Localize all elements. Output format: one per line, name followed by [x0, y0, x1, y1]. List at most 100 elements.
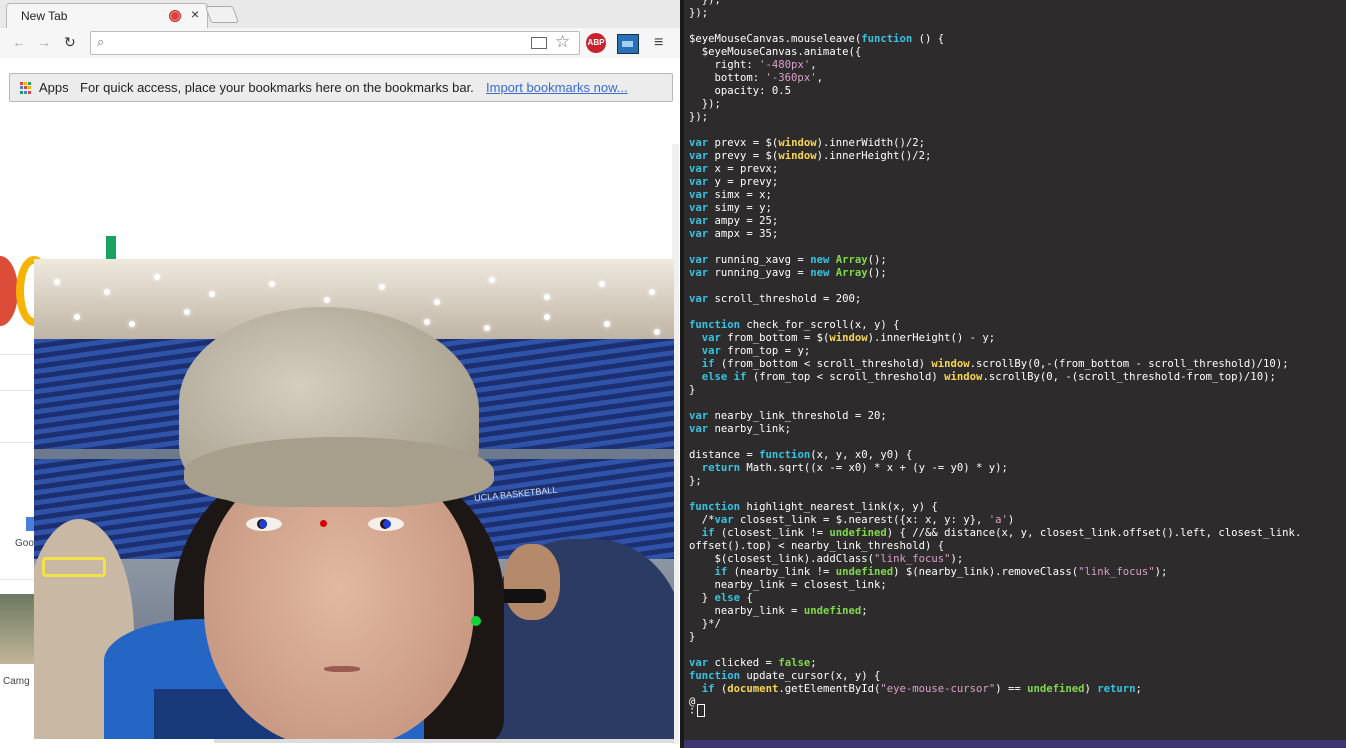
code-line: distance = function(x, y, x0, y0) {: [689, 449, 913, 461]
code-line: /*var closest_link = $.nearest({x: x, y:…: [689, 514, 1015, 526]
divider: [0, 579, 34, 580]
ceiling-light: [599, 281, 605, 287]
apps-grid-dot: [24, 82, 27, 85]
tile-label[interactable]: Goo: [15, 538, 34, 549]
subject-cap-brim: [184, 437, 494, 507]
eye-tracker-right-marker: [383, 520, 391, 528]
code-line: if (nearby_link != undefined) $(nearby_l…: [714, 566, 1168, 578]
tab-new-tab[interactable]: New Tab ×: [6, 3, 208, 29]
ceiling-light: [54, 279, 60, 285]
code-line: nearby_link = closest_link;: [689, 579, 887, 591]
ceiling-light: [604, 321, 610, 327]
sunglasses: [42, 557, 106, 577]
code-line: }*/: [689, 618, 721, 630]
browser-toolbar: ← → ↻ ⌕ ☆: [0, 28, 680, 58]
code-line: };: [689, 475, 702, 487]
ceiling-light: [424, 319, 430, 325]
ceiling-light: [184, 309, 190, 315]
screen-capture-icon[interactable]: [617, 34, 639, 54]
code-line: @: [689, 696, 696, 708]
code-line: nearby_link = undefined;: [689, 605, 868, 617]
code-line: var running_yavg = new Array();: [689, 267, 887, 279]
bookmarks-bar: Apps For quick access, place your bookma…: [9, 73, 673, 102]
ceiling-light: [379, 284, 385, 290]
status-line: [684, 740, 1346, 748]
ceiling-light: [484, 325, 490, 331]
reload-icon[interactable]: ↻: [64, 34, 76, 51]
import-bookmarks-link[interactable]: Import bookmarks now...: [486, 80, 628, 95]
code-line: var prevy = $(window).innerHeight()/2;: [689, 150, 932, 162]
tab-title: New Tab: [21, 9, 68, 23]
ceiling-light: [324, 297, 330, 303]
apps-grid-dot: [20, 90, 23, 94]
code-line: } else {: [689, 592, 753, 604]
close-icon[interactable]: ×: [191, 6, 199, 22]
tile-thumbnail[interactable]: [0, 594, 34, 664]
apps-grid-dot: [24, 90, 27, 94]
code-line: $eyeMouseCanvas.mouseleave(function () {: [689, 33, 945, 45]
code-line: var ampx = 35;: [689, 228, 779, 240]
ceiling-light: [104, 289, 110, 295]
ceiling-light: [434, 299, 440, 305]
apps-grid-dot: [28, 90, 31, 94]
back-arrow-icon[interactable]: ←: [12, 34, 26, 50]
eye-tracker-left-marker: [259, 520, 267, 528]
prompt-char: :: [689, 704, 696, 717]
code-line: });: [689, 111, 709, 123]
code-line: });: [689, 0, 721, 6]
code-line: if (closest_link != undefined) { //&& di…: [701, 527, 1302, 539]
code-line: bottom: '-360px',: [689, 72, 823, 84]
code-line: var nearby_link;: [689, 423, 792, 435]
ceiling-light: [209, 291, 215, 297]
menu-icon[interactable]: ≡: [654, 34, 663, 52]
code-line: var from_bottom = $(window).innerHeight(…: [701, 332, 996, 344]
code-line: function update_cursor(x, y) {: [689, 670, 881, 682]
new-tab-button[interactable]: [204, 6, 240, 23]
camera-icon[interactable]: [531, 37, 547, 49]
code-line: var prevx = $(window).innerWidth()/2;: [689, 137, 926, 149]
code-line: function highlight_nearest_link(x, y) {: [689, 501, 938, 513]
star-icon[interactable]: ☆: [555, 32, 570, 52]
code-line: if (from_bottom < scroll_threshold) wind…: [701, 358, 1289, 370]
code-line: $(closest_link).addClass("link_focus");: [689, 553, 964, 565]
apps-grid-icon[interactable]: [20, 82, 32, 94]
command-prompt[interactable]: :: [689, 704, 706, 717]
source-code: });}); $eyeMouseCanvas.mouseleave(functi…: [684, 0, 1301, 709]
divider: [0, 354, 34, 355]
code-line: if (document.getElementById("eye-mouse-c…: [701, 683, 1142, 695]
code-line: var nearby_link_threshold = 20;: [689, 410, 887, 422]
code-line: var simy = y;: [689, 202, 772, 214]
adblock-icon[interactable]: ABP: [586, 33, 606, 53]
code-line: function check_for_scroll(x, y) {: [689, 319, 900, 331]
ceiling-light: [269, 281, 275, 287]
search-icon: ⌕: [97, 34, 105, 49]
code-line: var clicked = false;: [689, 657, 817, 669]
recording-icon: [169, 10, 181, 22]
code-line: var running_xavg = new Array();: [689, 254, 887, 266]
code-line: });: [689, 98, 721, 110]
code-line: opacity: 0.5: [689, 85, 792, 97]
ceiling-light: [74, 314, 80, 320]
code-line: offset().top) < nearby_link_threshold) {: [689, 540, 945, 552]
gaze-point-marker: [471, 616, 481, 626]
webcam-preview: UCLA BASKETBALL: [34, 259, 674, 739]
code-line: }: [689, 384, 696, 396]
terminal-editor[interactable]: });}); $eyeMouseCanvas.mouseleave(functi…: [680, 0, 1346, 748]
tab-strip: New Tab ×: [0, 0, 680, 29]
tile-label[interactable]: Camg: [3, 676, 30, 687]
background-person-head: [504, 544, 560, 620]
address-bar[interactable]: ⌕ ☆: [90, 31, 580, 55]
ceiling-light: [544, 314, 550, 320]
apps-grid-dot: [20, 82, 23, 85]
bookmarks-message: For quick access, place your bookmarks h…: [80, 80, 474, 95]
forward-arrow-icon[interactable]: →: [37, 34, 51, 50]
apps-label[interactable]: Apps: [39, 80, 69, 95]
ceiling-light: [649, 289, 655, 295]
